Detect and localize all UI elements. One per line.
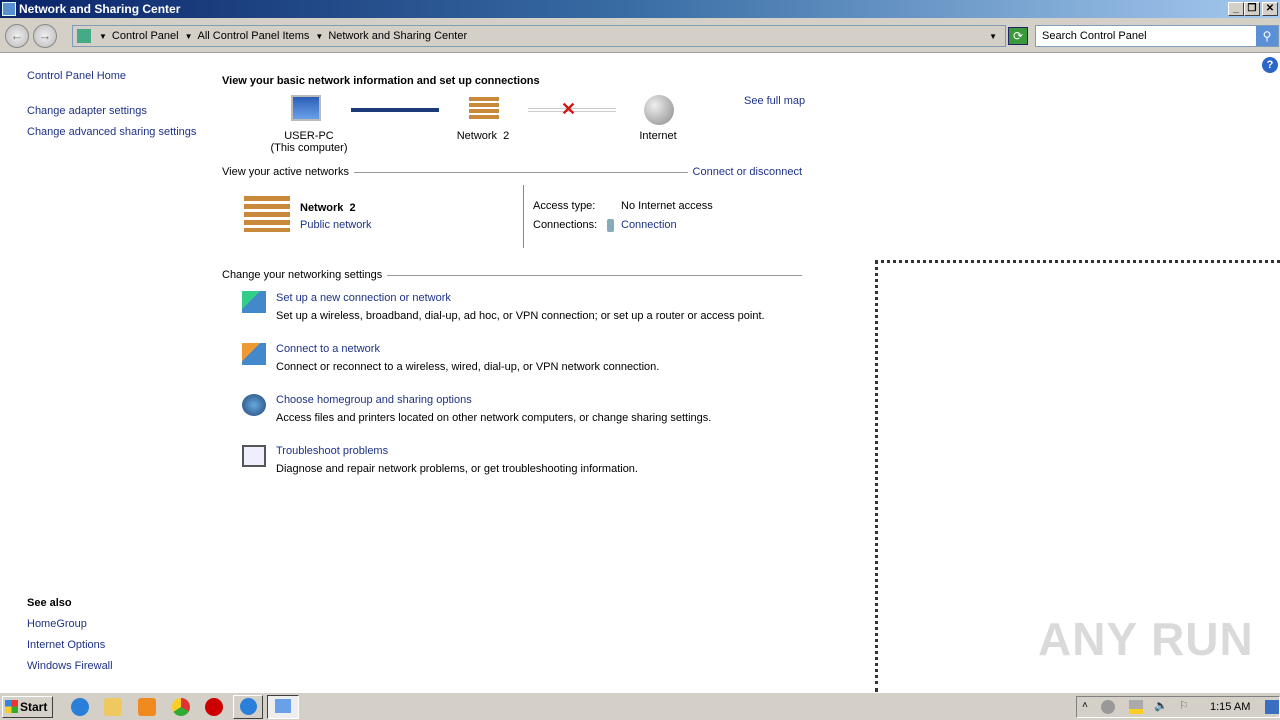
address-dropdown-icon[interactable]: ▼ [989, 32, 997, 41]
media-player-icon[interactable] [138, 698, 156, 716]
breadcrumb-control-panel[interactable]: Control Panel [112, 30, 179, 42]
search-input[interactable]: Search Control Panel [1035, 25, 1279, 47]
task-homegroup[interactable]: Choose homegroup and sharing options [276, 394, 472, 406]
watermark: ANY RUN [1038, 613, 1254, 665]
section-title: Change your networking settings [222, 269, 383, 281]
task-new-connection[interactable]: Set up a new connection or network [276, 292, 451, 304]
active-networks-header: View your active networks Connect or dis… [222, 166, 802, 178]
search-icon[interactable]: ⚲ [1256, 26, 1278, 46]
task-description: Connect or reconnect to a wireless, wire… [276, 361, 660, 373]
connection-link[interactable]: Connection [621, 219, 677, 231]
access-type-label: Access type: [533, 200, 596, 212]
page-heading: View your basic network information and … [222, 75, 540, 87]
computer-icon[interactable] [291, 95, 321, 121]
homegroup-icon [242, 394, 266, 416]
show-hidden-icons[interactable]: ˄ [1082, 700, 1088, 711]
active-network-name: Network 2 [300, 202, 356, 214]
start-button[interactable]: Start [2, 696, 53, 718]
opera-icon[interactable] [205, 698, 223, 716]
system-tray: ˄ 🔈 ⚐ 1:15 AM [1076, 696, 1280, 718]
bench-network-icon [244, 196, 290, 232]
sidebar-change-adapter[interactable]: Change adapter settings [27, 105, 147, 117]
connect-network-icon [242, 343, 266, 365]
sidebar-internet-options[interactable]: Internet Options [27, 639, 105, 651]
sidebar-homegroup[interactable]: HomeGroup [27, 618, 87, 630]
see-full-map-link[interactable]: See full map [744, 95, 805, 107]
close-button[interactable]: ✕ [1262, 2, 1278, 16]
see-also-heading: See also [27, 597, 72, 609]
network-label: Network 2 [456, 130, 510, 142]
task-description: Set up a wireless, broadband, dial-up, a… [276, 310, 765, 322]
connections-label: Connections: [533, 219, 598, 231]
restore-button[interactable]: ❐ [1244, 2, 1260, 16]
explorer-icon[interactable] [104, 698, 122, 716]
taskbar: Start ˄ 🔈 ⚐ 1:15 AM [0, 692, 1280, 720]
refresh-button[interactable]: ⟳ [1008, 27, 1028, 45]
section-title: View your active networks [222, 166, 349, 178]
computer-label: USER-PC (This computer) [270, 130, 348, 154]
ethernet-icon [607, 219, 614, 232]
connect-disconnect-link[interactable]: Connect or disconnect [693, 166, 802, 178]
troubleshoot-icon [242, 445, 266, 467]
chevron-down-icon[interactable]: ▼ [185, 32, 193, 41]
title-bar: Network and Sharing Center [0, 0, 1280, 18]
windows-logo-icon [5, 700, 18, 713]
clock[interactable]: 1:15 AM [1210, 701, 1250, 713]
sidebar-windows-firewall[interactable]: Windows Firewall [27, 660, 113, 672]
connection-line [351, 108, 439, 112]
divider [523, 185, 524, 248]
network-category-link[interactable]: Public network [300, 219, 372, 231]
internet-explorer-icon[interactable] [71, 698, 89, 716]
sidebar-control-panel-home[interactable]: Control Panel Home [27, 70, 126, 82]
access-type-value: No Internet access [621, 200, 713, 212]
back-button[interactable]: ← [5, 24, 29, 48]
control-panel-task-button[interactable] [267, 695, 299, 719]
breadcrumb-all-items[interactable]: All Control Panel Items [198, 30, 310, 42]
chevron-down-icon[interactable]: ▼ [315, 32, 323, 41]
new-connection-icon [242, 291, 266, 313]
task-connect-network[interactable]: Connect to a network [276, 343, 380, 355]
task-description: Access files and printers located on oth… [276, 412, 712, 424]
breadcrumb-network-center[interactable]: Network and Sharing Center [328, 30, 467, 42]
volume-icon[interactable]: 🔈 [1154, 699, 1168, 712]
chevron-down-icon[interactable]: ▼ [99, 32, 107, 41]
bench-network-icon[interactable] [469, 97, 499, 121]
network-center-icon [2, 2, 16, 16]
network-app-icon [240, 698, 257, 715]
address-toolbar: ← → ▼ Control Panel ▼ All Control Panel … [0, 18, 1280, 53]
settings-header: Change your networking settings [222, 269, 802, 281]
network-warning-icon[interactable] [1129, 700, 1143, 714]
minimize-button[interactable]: _ [1228, 2, 1244, 16]
sidebar-advanced-sharing[interactable]: Change advanced sharing settings [27, 126, 196, 138]
control-panel-icon [77, 29, 91, 43]
forward-button[interactable]: → [33, 24, 57, 48]
action-center-flag-icon[interactable]: ⚐ [1179, 699, 1189, 712]
network-app-button[interactable] [233, 695, 263, 719]
address-bar[interactable]: ▼ Control Panel ▼ All Control Panel Item… [72, 25, 1006, 47]
task-troubleshoot[interactable]: Troubleshoot problems [276, 445, 388, 457]
task-description: Diagnose and repair network problems, or… [276, 463, 638, 475]
tray-app-icon[interactable] [1101, 700, 1115, 714]
help-icon[interactable]: ? [1262, 57, 1278, 73]
globe-icon[interactable] [644, 95, 674, 125]
internet-label: Internet [639, 130, 677, 142]
disconnected-x-icon: ✕ [561, 99, 577, 119]
window-title: Network and Sharing Center [19, 2, 181, 16]
control-panel-icon [275, 699, 291, 713]
show-desktop-button[interactable] [1265, 700, 1279, 714]
chrome-icon[interactable] [172, 698, 190, 716]
